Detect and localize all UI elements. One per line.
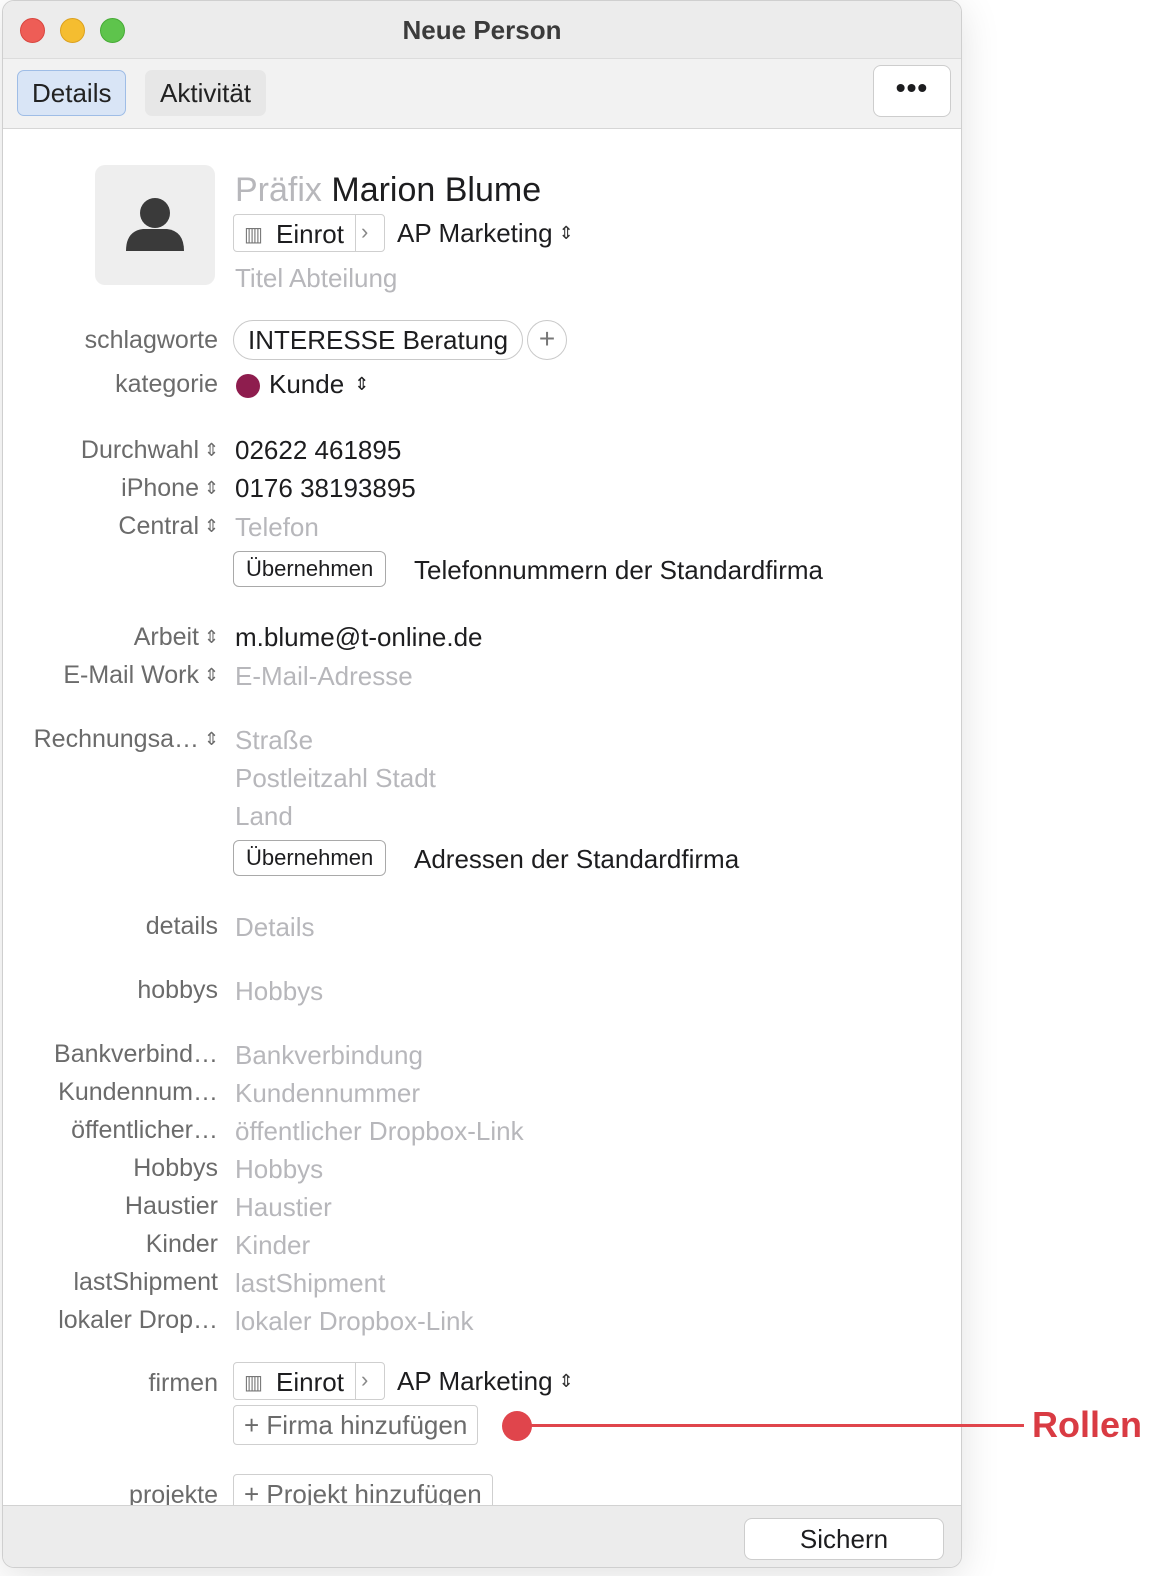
add-tag-plus-icon[interactable]: + [527,320,567,360]
more-options-button[interactable]: ••• [873,65,951,117]
custom-field-label: lokaler Drop… [58,1306,218,1334]
window-title: Neue Person [402,15,562,45]
email-label-work[interactable]: Arbeit [3,623,199,652]
updown-chevron-icon[interactable]: ⇕ [204,440,219,461]
callout-label: Rollen [1032,1404,1143,1445]
email-label-email-work[interactable]: E-Mail Work [3,661,199,690]
toolbar: Details Aktivität ••• [3,59,961,129]
adopt-phones-button[interactable]: Übernehmen [233,551,387,587]
custom-field-value[interactable]: Haustier [235,1192,332,1223]
custom-field-value[interactable]: Kinder [235,1230,310,1261]
tag-pill[interactable]: INTERESSE Beratung [233,320,524,360]
building-icon: ▥ [244,224,263,246]
role-value: AP Marketing [397,1366,553,1396]
country-field[interactable]: Land [235,801,293,832]
updown-chevron-icon: ⇕ [558,1371,574,1391]
chevron-right-icon[interactable]: › [361,1367,368,1393]
company-link[interactable]: ▥ Einrot › [233,214,385,252]
save-button[interactable]: Sichern [744,1518,944,1560]
companies-label: firmen [148,1369,218,1397]
address-label[interactable]: Rechnungsa… [3,725,199,754]
tab-details[interactable]: Details [17,70,127,116]
category-value: Kunde [269,369,345,399]
bottom-bar: Sichern [3,1505,961,1567]
phone-value-iphone[interactable]: 0176 38193895 [235,473,416,504]
custom-field-label: Bankverbind… [54,1040,218,1068]
phone-field-central[interactable]: Telefon [235,512,319,543]
tab-activity[interactable]: Aktivität [145,70,267,116]
custom-field-value[interactable]: Hobbys [235,1154,323,1185]
title-bar: Neue Person [3,1,961,59]
title-department-field[interactable]: Titel Abteilung [235,263,397,294]
phone-label-central[interactable]: Central [3,512,199,541]
projects-label: projekte [129,1481,218,1505]
custom-field-value[interactable]: Kundennummer [235,1078,420,1109]
updown-chevron-icon: ⇕ [354,374,370,394]
role-popup[interactable]: AP Marketing ⇕ [397,218,574,249]
street-field[interactable]: Straße [235,725,313,756]
company-link[interactable]: ▥ Einrot › [233,1362,385,1400]
person-name: Marion Blume [331,171,542,209]
callout-line [530,1424,1024,1427]
company-name: Einrot [276,219,344,249]
role-value: AP Marketing [397,218,553,248]
custom-field-value[interactable]: Bankverbindung [235,1040,423,1071]
updown-chevron-icon: ⇕ [558,223,574,243]
hobbys-label: hobbys [137,976,218,1004]
updown-chevron-icon[interactable]: ⇕ [204,729,219,750]
custom-field-label: Kundennum… [58,1078,218,1106]
custom-field-value[interactable]: öffentlicher Dropbox-Link [235,1116,524,1147]
category-popup[interactable]: Kunde ⇕ [269,369,369,400]
updown-chevron-icon[interactable]: ⇕ [204,516,219,537]
details-field[interactable]: Details [235,912,314,943]
adopt-phones-text: Telefonnummern der Standardfirma [414,555,823,585]
category-color-dot [236,374,260,398]
add-company-button[interactable]: + Firma hinzufügen [233,1405,479,1445]
tags-label: schlagworte [84,326,218,354]
updown-chevron-icon[interactable]: ⇕ [204,665,219,686]
custom-field-label: Hobbys [133,1154,218,1182]
company-divider [355,215,356,251]
zip-city-field[interactable]: Postleitzahl Stadt [235,763,436,794]
prefix-placeholder: Präfix [235,171,322,209]
chevron-right-icon[interactable]: › [361,219,368,245]
phone-label-durchwahl[interactable]: Durchwahl [3,436,199,465]
adopt-addresses-text: Adressen der Standardfirma [414,844,740,874]
email-field-email-work[interactable]: E-Mail-Adresse [235,661,413,692]
avatar[interactable] [95,165,215,285]
callout-dot [502,1411,532,1441]
person-silhouette-icon [126,198,184,251]
building-icon: ▥ [244,1372,263,1394]
hobbys-field[interactable]: Hobbys [235,976,323,1007]
name-field[interactable]: Präfix Marion Blume [235,171,541,210]
adopt-addresses-button[interactable]: Übernehmen [233,840,387,876]
email-value-work[interactable]: m.blume@t-online.de [235,622,483,653]
add-project-button[interactable]: + Projekt hinzufügen [233,1474,493,1505]
phone-value-durchwahl[interactable]: 02622 461895 [235,435,401,466]
category-label: kategorie [115,370,218,398]
custom-field-label: öffentlicher… [71,1116,218,1144]
role-popup[interactable]: AP Marketing ⇕ [397,1366,574,1397]
updown-chevron-icon[interactable]: ⇕ [204,478,219,499]
custom-field-label: Kinder [145,1230,218,1258]
updown-chevron-icon[interactable]: ⇕ [204,627,219,648]
custom-field-label: lastShipment [73,1268,218,1296]
custom-field-value[interactable]: lokaler Dropbox-Link [235,1306,473,1337]
custom-field-label: Haustier [124,1192,218,1220]
contact-form: Präfix Marion Blume ▥ Einrot › AP Market… [3,129,961,1505]
custom-field-value[interactable]: lastShipment [235,1268,385,1299]
company-name: Einrot [276,1367,344,1397]
contact-window: Neue Person Details Aktivität ••• Präfix… [2,0,962,1568]
phone-label-iphone[interactable]: iPhone [3,474,199,503]
company-divider [355,1363,356,1399]
details-label: details [145,912,218,940]
